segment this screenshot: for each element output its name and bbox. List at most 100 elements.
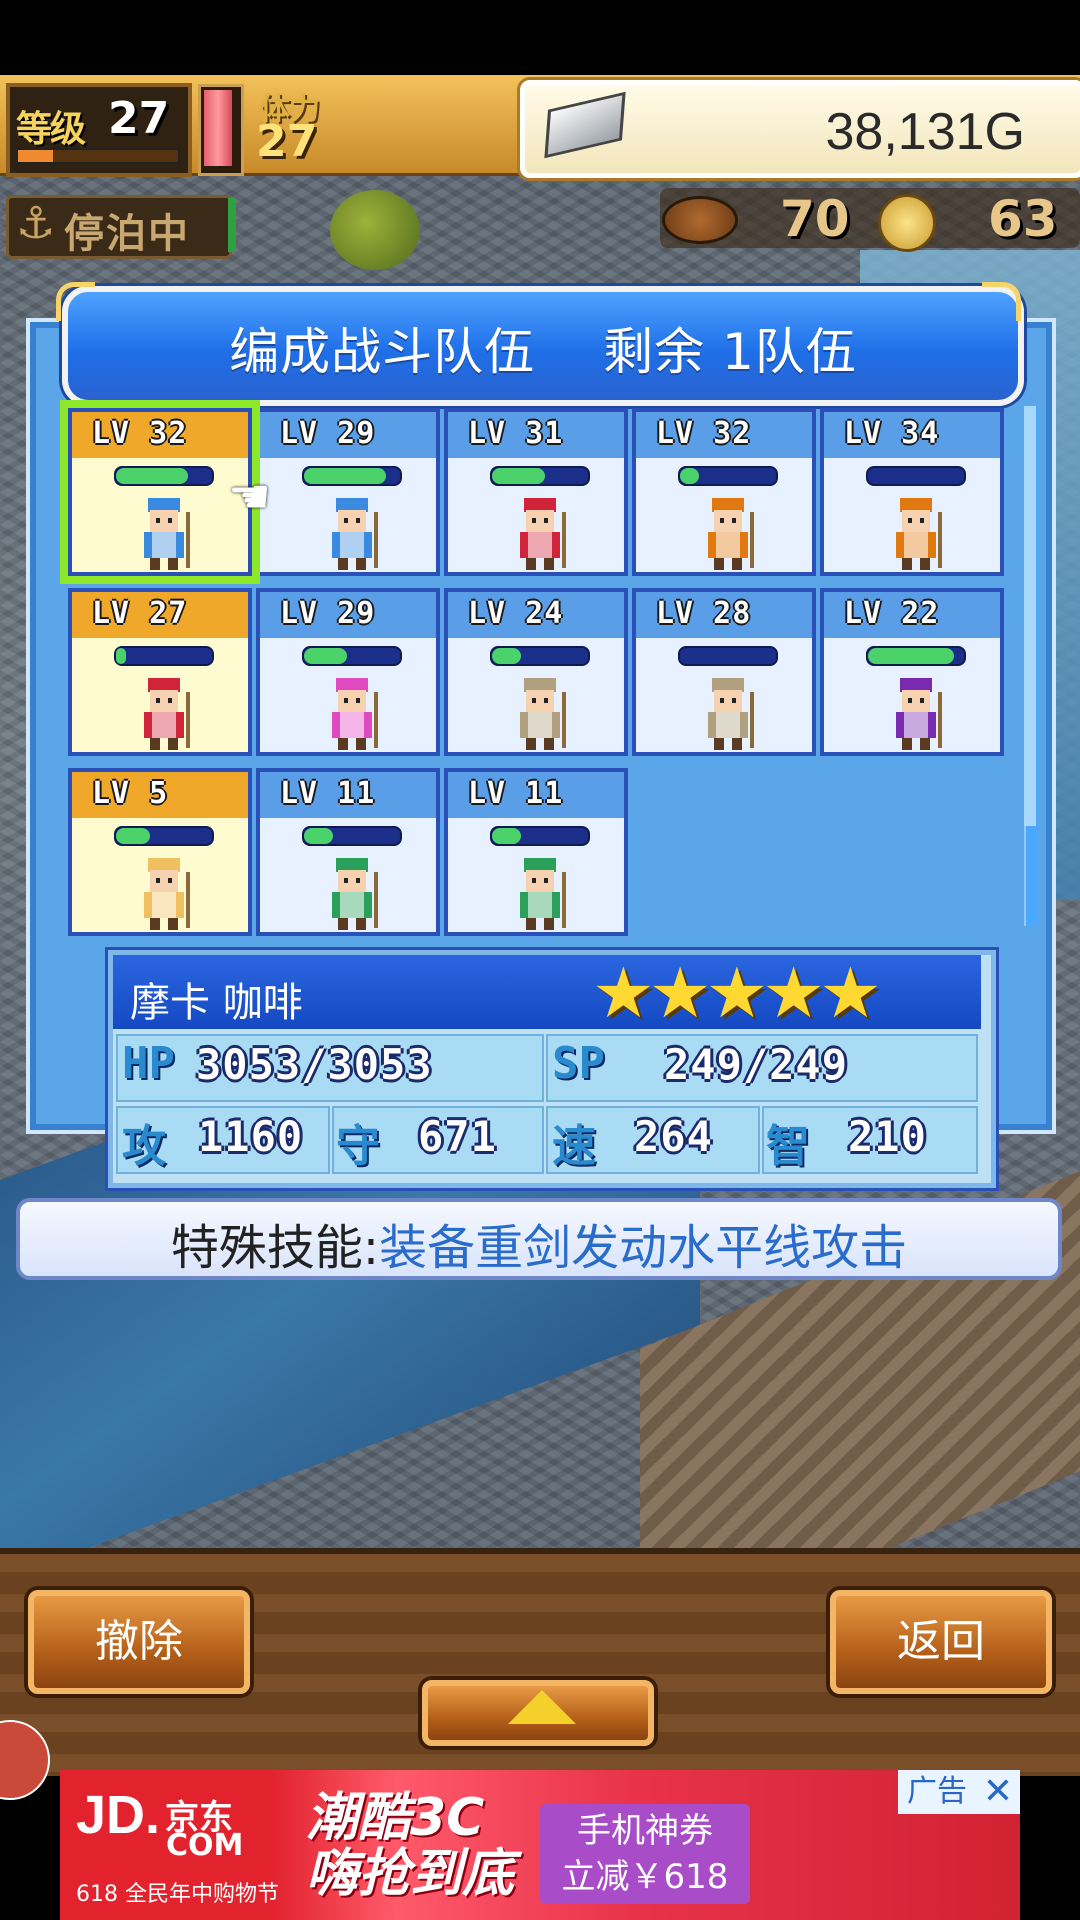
hp-bar <box>490 646 590 666</box>
level-tag: LV 11 <box>448 772 624 818</box>
panel-title: 编成战斗队伍 剩余 1队伍 <box>229 323 857 381</box>
ad-slogan-line-1: 潮酷3C <box>306 1788 485 1848</box>
character-sprite <box>520 678 566 750</box>
hp-value: 3053/3053 <box>196 1040 433 1089</box>
star-rating: ★★★★★ <box>592 952 882 1034</box>
special-skill-label: 特殊技能: <box>170 1220 380 1276</box>
level-value: 27 <box>108 93 170 144</box>
level-tag: LV 29 <box>260 412 436 458</box>
roster-level: LV 22 <box>844 596 940 631</box>
def-value: 671 <box>418 1112 497 1161</box>
hp-bar <box>302 646 402 666</box>
pointer-hand-icon: ☚ <box>228 469 272 525</box>
mooring-indicator <box>228 198 236 252</box>
hp-bar <box>114 466 214 486</box>
character-sprite <box>332 858 378 930</box>
sp-value: 249/249 <box>664 1040 849 1089</box>
food-value: 70 <box>780 190 850 248</box>
level-tag: LV 27 <box>72 592 248 638</box>
roster-card[interactable]: LV 11 <box>256 768 440 936</box>
ad-brand-com: COM <box>166 1828 244 1863</box>
ad-brand: JD. <box>76 1785 161 1845</box>
hp-bar <box>302 826 402 846</box>
level-tag: LV 34 <box>824 412 1000 458</box>
ad-coupon-line-1: 手机神券 <box>577 1811 713 1851</box>
ad-coupon-line-2: 立减￥618 <box>561 1857 729 1897</box>
special-skill-text: 特殊技能:装备重剑发动水平线攻击 <box>16 1208 1062 1278</box>
roster-level: LV 34 <box>844 416 940 451</box>
character-sprite <box>896 678 942 750</box>
hp-bar-fill <box>492 828 521 844</box>
roster-card[interactable]: LV 5 <box>68 768 252 936</box>
level-tag: LV 5 <box>72 772 248 818</box>
level-tag: LV 31 <box>448 412 624 458</box>
hp-bar <box>678 646 778 666</box>
int-label: 智 <box>766 1121 810 1172</box>
hp-bar <box>114 646 214 666</box>
spd-value: 264 <box>634 1112 713 1161</box>
level-tag: LV 22 <box>824 592 1000 638</box>
character-sprite <box>708 678 754 750</box>
stamina-fill <box>204 90 232 166</box>
hp-bar-fill <box>116 828 150 844</box>
roster-scroll-thumb[interactable] <box>1024 406 1036 826</box>
hp-bar-fill <box>492 648 521 664</box>
remove-button[interactable]: 撤除 <box>28 1590 250 1694</box>
roster-card[interactable]: LV 34 <box>820 408 1004 576</box>
hp-bar-fill <box>868 648 955 664</box>
character-sprite <box>144 498 190 570</box>
roster-card[interactable]: LV 29 <box>256 588 440 756</box>
level-tag: LV 29 <box>260 592 436 638</box>
int-value: 210 <box>848 1112 927 1161</box>
coin-value: 63 <box>988 190 1058 248</box>
coin-icon <box>878 194 936 252</box>
ad-coupon: 手机神券立减￥618 <box>540 1804 750 1904</box>
character-sprite <box>332 498 378 570</box>
hp-bar-fill <box>304 828 333 844</box>
roster-level: LV 31 <box>468 416 564 451</box>
ad-close-icon[interactable]: ✕ <box>976 1770 1020 1814</box>
roster-card[interactable]: LV 22 <box>820 588 1004 756</box>
level-tag: LV 32 <box>636 412 812 458</box>
roster-level: LV 24 <box>468 596 564 631</box>
roster-card[interactable]: LV 27 <box>68 588 252 756</box>
hp-bar <box>114 826 214 846</box>
hp-bar-fill <box>116 468 188 484</box>
level-tag: LV 32 <box>72 412 248 458</box>
gold-amount: 38,131G <box>825 103 1026 161</box>
roster-grid: LV 32 LV 29 LV 31 LV 32 LV 34 LV 27 LV 29 LV 24… <box>68 408 1008 938</box>
roster-card[interactable]: LV 32 <box>68 408 252 576</box>
level-tag: LV 24 <box>448 592 624 638</box>
up-arrow-icon <box>508 1690 576 1724</box>
hp-bar-fill <box>116 648 126 664</box>
roster-card[interactable]: LV 31 <box>444 408 628 576</box>
roster-level: LV 27 <box>92 596 188 631</box>
level-tag: LV 11 <box>260 772 436 818</box>
roster-card[interactable]: LV 11 <box>444 768 628 936</box>
roster-card[interactable]: LV 32 <box>632 408 816 576</box>
character-sprite <box>896 498 942 570</box>
stamina-value: 27 <box>256 116 318 167</box>
hp-label: HP <box>122 1038 175 1089</box>
roster-card[interactable]: LV 28 <box>632 588 816 756</box>
tree <box>330 190 420 270</box>
hp-bar-fill <box>304 648 348 664</box>
roster-level: LV 32 <box>656 416 752 451</box>
character-name: 摩卡 咖啡 <box>130 980 303 1026</box>
character-sprite <box>332 678 378 750</box>
roster-level: LV 32 <box>92 416 188 451</box>
anchor-icon: ⚓ <box>16 198 56 249</box>
hp-bar <box>490 466 590 486</box>
hp-bar-fill <box>304 468 386 484</box>
back-button[interactable]: 返回 <box>830 1590 1052 1694</box>
roster-card[interactable]: LV 24 <box>444 588 628 756</box>
roster-level: LV 29 <box>280 596 376 631</box>
character-sprite <box>520 498 566 570</box>
ad-slogan-line-2: 嗨抢到底 <box>306 1844 515 1904</box>
hp-bar-fill <box>680 468 700 484</box>
level-tag: LV 28 <box>636 592 812 638</box>
hp-bar <box>866 466 966 486</box>
atk-label: 攻 <box>122 1121 166 1172</box>
mooring-status-text: 停泊中 <box>64 211 190 257</box>
hp-bar <box>302 466 402 486</box>
